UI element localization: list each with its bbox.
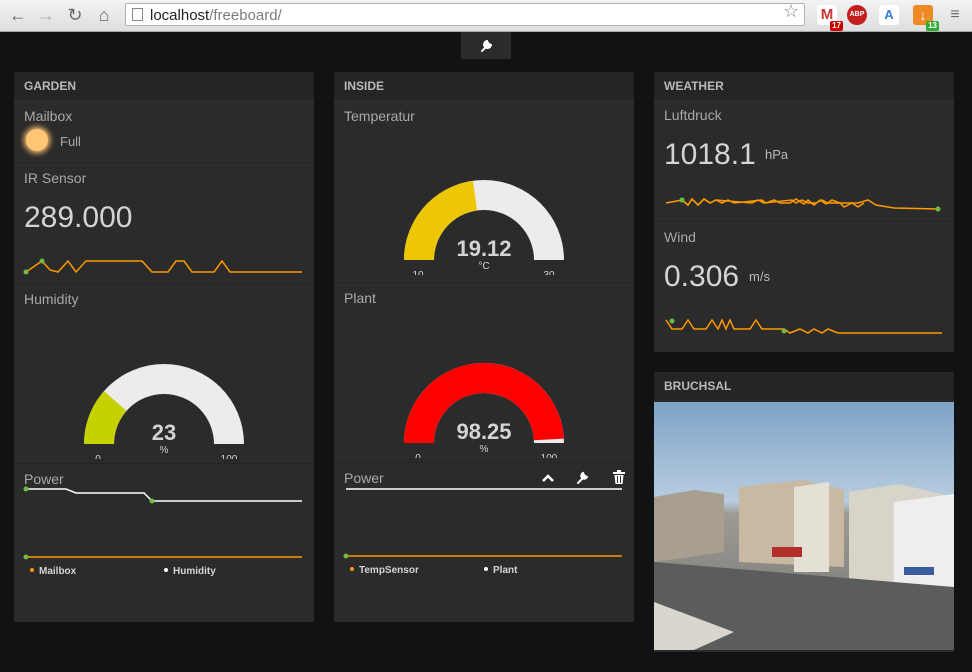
widget-unit: m/s: [749, 269, 770, 284]
widget-value: 289.000: [24, 201, 133, 234]
menu-icon[interactable]: ≡: [945, 5, 965, 25]
pane-weather: WEATHER Luftdruck 1018.1 hPa Wind 0.306 …: [654, 72, 954, 352]
widget-label: Plant: [344, 290, 376, 306]
legend-item: Mailbox: [30, 566, 76, 577]
widget-label: Mailbox: [24, 108, 73, 124]
inside-power-chart: [343, 488, 622, 559]
pane-inside: INSIDE Temperatur 19.12 °C 10 30 Plant 9…: [334, 72, 634, 622]
widget-value: 0.306: [664, 260, 740, 293]
legend-dot: [350, 567, 354, 572]
gauge-min: 10: [412, 270, 424, 275]
humidity-gauge: 23 % 0 100: [84, 364, 244, 459]
wind-sparkline: [665, 318, 942, 334]
widget-garden-power: Power Mailbox Humidity: [14, 463, 314, 622]
url-text: localhost/freeboard/: [150, 7, 282, 24]
page-icon: [132, 8, 143, 21]
gauge-unit: %: [160, 445, 169, 456]
gauge-unit: °C: [478, 261, 489, 272]
plant-gauge: 98.25 % 0 100: [404, 362, 564, 458]
bookmark-star-icon[interactable]: ☆: [783, 1, 799, 22]
widget-humidity: Humidity 23 % 0 100: [14, 283, 314, 464]
widget-mailbox: Mailbox Full: [14, 100, 314, 162]
widget-label: Luftdruck: [664, 107, 722, 123]
address-bar[interactable]: localhost/freeboard/: [125, 3, 805, 26]
gauge-min: 0: [95, 454, 101, 459]
reload-icon[interactable]: ↻: [65, 5, 85, 25]
download-extension-icon[interactable]: ↓ 13: [913, 5, 939, 31]
widget-plant: Plant 98.25 % 0 100: [334, 282, 634, 463]
gauge-unit: %: [480, 444, 489, 455]
legend-item: Humidity: [164, 566, 216, 577]
widget-label: Humidity: [24, 291, 79, 307]
adblock-icon[interactable]: ABP: [847, 5, 867, 25]
widget-ir-sensor: IR Sensor 289.000: [14, 162, 314, 284]
pane-title: INSIDE: [334, 72, 634, 100]
pane-title: GARDEN: [14, 72, 314, 100]
webcam-image: [654, 402, 954, 650]
wrench-icon: [481, 39, 493, 52]
gauge-value: 23: [152, 420, 176, 445]
gauge-min: 0: [415, 453, 421, 458]
forward-icon[interactable]: →: [36, 5, 56, 25]
gauge-max: 100: [221, 454, 238, 459]
gmail-icon[interactable]: M 17: [817, 5, 843, 31]
widget-luftdruck: Luftdruck 1018.1 hPa: [654, 100, 954, 221]
legend-dot: [30, 568, 34, 573]
widget-label: Wind: [664, 229, 696, 245]
legend-dot: [484, 567, 488, 572]
back-icon[interactable]: ←: [8, 5, 28, 25]
gauge-value: 98.25: [456, 419, 511, 444]
pane-title: WEATHER: [654, 72, 954, 100]
settings-toggle-button[interactable]: [461, 32, 511, 59]
gauge-value: 19.12: [456, 236, 511, 261]
legend-item: Plant: [484, 565, 517, 576]
ir-sparkline: [23, 258, 302, 275]
legend-item: TempSensor: [350, 565, 419, 576]
home-icon[interactable]: ⌂: [94, 5, 114, 25]
browser-toolbar: ← → ↻ ⌂ localhost/freeboard/ ☆ M 17 ABP A…: [0, 0, 972, 32]
widget-unit: hPa: [765, 147, 789, 162]
pane-title: BRUCHSAL: [654, 372, 954, 400]
temperature-gauge: 19.12 °C 10 30: [404, 180, 564, 275]
widget-wind: Wind 0.306 m/s: [654, 221, 954, 352]
gauge-max: 100: [541, 453, 558, 458]
pane-garden: GARDEN Mailbox Full IR Sensor 289.000 Hu…: [14, 72, 314, 622]
legend-dot: [164, 568, 168, 573]
translate-icon[interactable]: A: [879, 5, 899, 25]
garden-power-chart: [23, 486, 302, 560]
widget-label: Temperatur: [344, 108, 415, 124]
widget-value: 1018.1: [664, 138, 756, 171]
gauge-max: 30: [543, 270, 555, 275]
widget-inside-power: Power TempSensor Plant: [334, 462, 634, 622]
widget-temperatur: Temperatur 19.12 °C 10 30: [334, 100, 634, 282]
widget-label: IR Sensor: [24, 170, 87, 186]
indicator-light: [26, 129, 48, 151]
luftdruck-sparkline: [665, 197, 941, 212]
indicator-text: Full: [60, 134, 81, 149]
town-square-picture: [654, 402, 954, 650]
